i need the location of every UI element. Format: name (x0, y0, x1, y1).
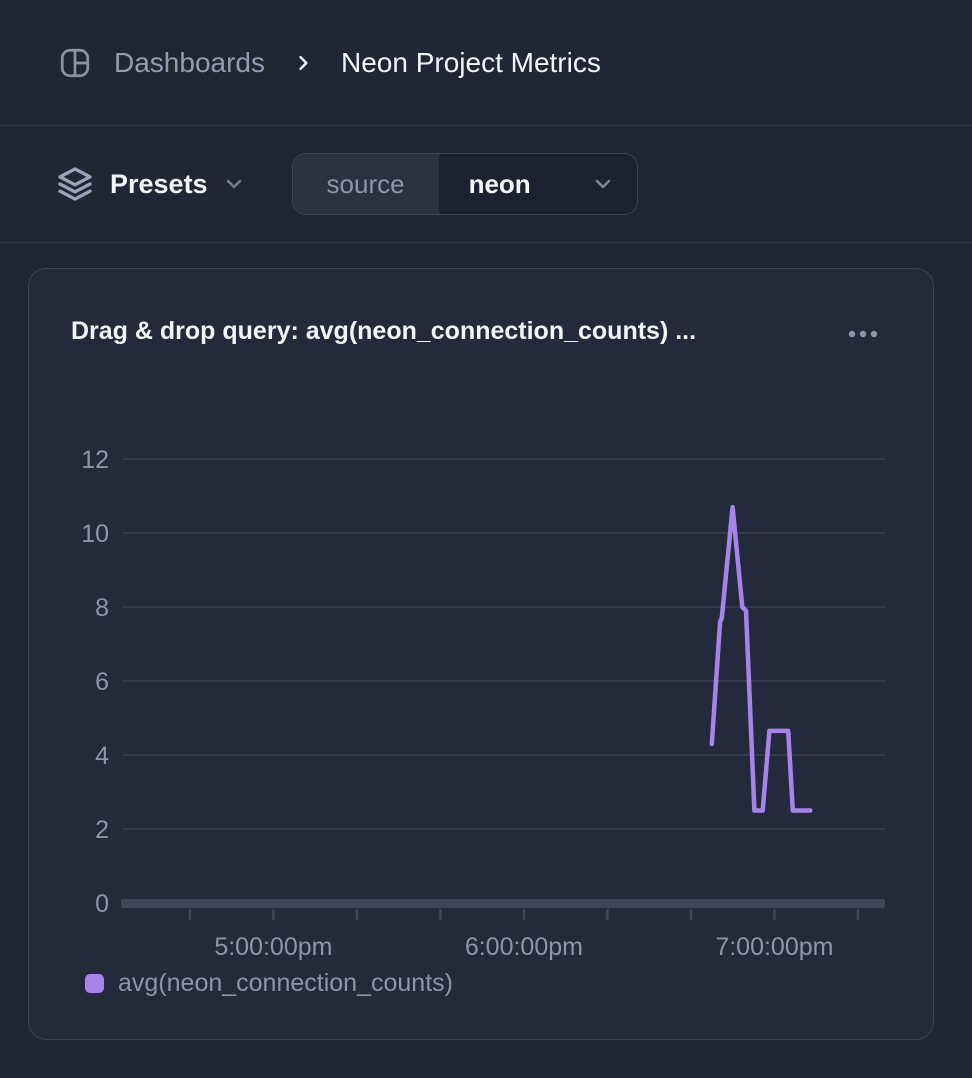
presets-button[interactable]: Presets (56, 165, 246, 203)
svg-text:5:00:00pm: 5:00:00pm (214, 933, 332, 961)
filter-key-label: source (293, 154, 439, 214)
svg-text:8: 8 (95, 594, 109, 622)
svg-text:0: 0 (95, 890, 109, 918)
legend-label: avg(neon_connection_counts) (118, 969, 453, 998)
svg-text:7:00:00pm: 7:00:00pm (715, 933, 833, 961)
dashboard-layout-icon (58, 46, 92, 80)
svg-text:10: 10 (81, 520, 109, 548)
svg-text:4: 4 (95, 742, 109, 770)
chart-title: Drag & drop query: avg(neon_connection_c… (71, 317, 696, 346)
ellipsis-icon (847, 329, 879, 339)
chevron-right-icon (293, 53, 313, 73)
svg-text:12: 12 (81, 446, 109, 474)
breadcrumb-dashboards-link[interactable]: Dashboards (114, 47, 265, 79)
chart-legend[interactable]: avg(neon_connection_counts) (85, 969, 453, 998)
legend-swatch (85, 974, 104, 993)
breadcrumb-bar: Dashboards Neon Project Metrics (0, 0, 972, 126)
toolbar: Presets source neon (0, 126, 972, 243)
filter-value-label: neon (469, 169, 531, 200)
svg-text:6: 6 (95, 668, 109, 696)
presets-label: Presets (110, 169, 208, 200)
chevron-down-icon (591, 172, 615, 196)
filter-value-container: neon (439, 154, 637, 214)
svg-text:6:00:00pm: 6:00:00pm (465, 933, 583, 961)
line-chart[interactable]: 0 2 4 6 8 10 12 5:00:00pm 6:00:00pm 7:00:00pm (29, 269, 935, 1041)
layers-icon (56, 165, 94, 203)
page-title: Neon Project Metrics (341, 47, 601, 79)
svg-text:2: 2 (95, 816, 109, 844)
card-menu-button[interactable] (847, 321, 879, 347)
chevron-down-icon (222, 172, 246, 196)
source-filter-dropdown[interactable]: source neon (292, 153, 638, 215)
query-chart-card: 0 2 4 6 8 10 12 5:00:00pm 6:00:00pm 7:00:00pm Dra… (28, 268, 934, 1040)
